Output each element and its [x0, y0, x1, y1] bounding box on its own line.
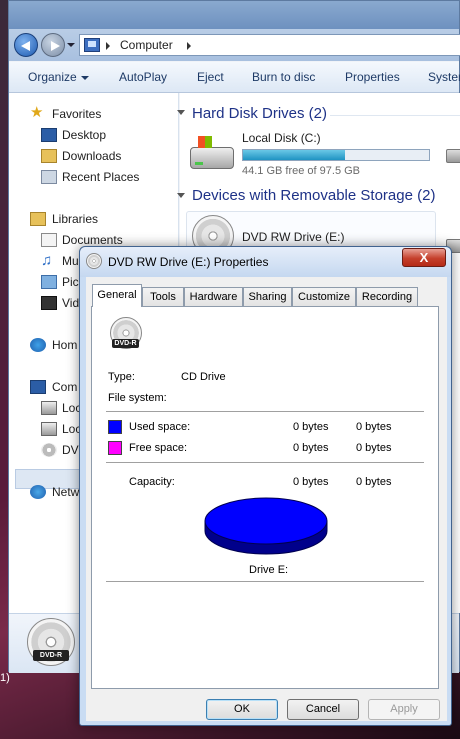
chevron-down-icon [80, 75, 89, 80]
organize-label: Organize [28, 70, 77, 84]
nav-homegroup[interactable]: Hom [52, 338, 77, 352]
properties-button[interactable]: Properties [345, 70, 400, 84]
dvd-drive-name[interactable]: DVD RW Drive (E:) [242, 230, 344, 244]
nav-libraries[interactable]: Libraries [52, 212, 98, 226]
free-space-label: Free space: [129, 442, 188, 454]
star-icon: ★ [30, 104, 44, 121]
homegroup-icon [30, 338, 46, 352]
cancel-button[interactable]: Cancel [287, 699, 359, 720]
nav-computer[interactable]: Com [52, 380, 77, 394]
pie-top-used-slice [204, 497, 328, 545]
free-space-color-swatch [108, 441, 122, 455]
breadcrumb-arrow-icon[interactable] [106, 42, 110, 50]
breadcrumb-arrow-icon[interactable] [187, 42, 191, 50]
local-disk-usage-bar [242, 149, 430, 161]
navigation-bar: Computer [9, 29, 460, 61]
tab-tools[interactable]: Tools [142, 287, 184, 306]
capacity-label: Capacity: [129, 476, 175, 488]
separator [106, 462, 424, 463]
dvd-drive-icon [86, 253, 102, 269]
type-value: CD Drive [181, 371, 226, 383]
type-label: Type: [108, 371, 135, 383]
dialog-title: DVD RW Drive (E:) Properties [108, 255, 269, 269]
capacity-bytes-short: 0 bytes [356, 476, 392, 488]
local-disk-usage-fill [243, 150, 346, 160]
close-button[interactable]: X [402, 248, 446, 267]
windows-hard-drive-icon [190, 136, 234, 169]
tab-hardware[interactable]: Hardware [184, 287, 243, 306]
drive-label: Drive E: [249, 564, 289, 576]
computer-icon [30, 380, 46, 394]
general-tab-panel: DVD-R Type: CD Drive File system: Used s… [91, 306, 439, 689]
collapse-group-icon[interactable] [177, 193, 185, 198]
nav-documents[interactable]: Documents [62, 233, 123, 247]
nav-videos[interactable]: Vid [62, 296, 79, 310]
desktop-icon [41, 128, 57, 142]
libraries-icon [30, 212, 46, 226]
collapse-group-icon[interactable] [177, 110, 185, 115]
nav-network[interactable]: Netw [52, 485, 79, 499]
free-space-bytes: 0 bytes [293, 442, 329, 454]
free-space-bytes-short: 0 bytes [356, 442, 392, 454]
organize-button[interactable]: Organize [28, 70, 89, 84]
address-bar[interactable]: Computer [79, 34, 460, 56]
hard-drive-icon [446, 149, 460, 163]
explorer-titlebar [9, 1, 459, 31]
breadcrumb-computer[interactable]: Computer [120, 38, 173, 52]
used-space-bytes-short: 0 bytes [356, 421, 392, 433]
separator [106, 411, 424, 412]
videos-icon [41, 296, 57, 310]
forward-button[interactable] [41, 33, 65, 57]
nav-downloads[interactable]: Downloads [62, 149, 121, 163]
group-divider [330, 115, 460, 116]
file-system-label: File system: [108, 392, 167, 404]
group-hard-disk-drives[interactable]: Hard Disk Drives (2) [192, 105, 327, 122]
disk-usage-pie [204, 497, 328, 555]
taskbar-partial-text: 1) [0, 672, 10, 684]
apply-button[interactable]: Apply [368, 699, 440, 720]
burn-to-disc-button[interactable]: Burn to disc [252, 70, 315, 84]
eject-button[interactable]: Eject [197, 70, 224, 84]
dialog-body: General Tools Hardware Sharing Customize… [86, 277, 447, 721]
documents-icon [41, 233, 57, 247]
ok-button[interactable]: OK [206, 699, 278, 720]
system-properties-button[interactable]: Systen [428, 70, 460, 84]
downloads-folder-icon [41, 149, 57, 163]
local-disk-icon [41, 422, 57, 436]
local-disk-free-space: 44.1 GB free of 97.5 GB [242, 165, 361, 177]
recent-pages-dropdown-icon[interactable] [67, 43, 75, 47]
separator [106, 581, 424, 582]
back-button[interactable] [14, 33, 38, 57]
nav-desktop[interactable]: Desktop [62, 128, 106, 142]
dvd-r-badge: DVD-R [112, 339, 139, 348]
tab-sharing[interactable]: Sharing [243, 287, 292, 306]
dvd-r-badge: DVD-R [33, 650, 69, 661]
nav-pictures[interactable]: Pic [62, 275, 79, 289]
network-icon [30, 485, 46, 499]
computer-icon [84, 38, 100, 52]
autoplay-button[interactable]: AutoPlay [119, 70, 167, 84]
group-removable-storage[interactable]: Devices with Removable Storage (2) [192, 187, 435, 204]
used-space-bytes: 0 bytes [293, 421, 329, 433]
local-disk-name[interactable]: Local Disk (C:) [242, 131, 321, 145]
command-bar: Organize AutoPlay Eject Burn to disc Pro… [9, 62, 460, 93]
local-disk-icon [41, 401, 57, 415]
dvd-drive-icon [41, 443, 57, 457]
tab-recording[interactable]: Recording [356, 287, 418, 306]
used-space-label: Used space: [129, 421, 191, 433]
recent-places-icon [41, 170, 57, 184]
close-icon: X [419, 250, 429, 265]
properties-dialog: DVD RW Drive (E:) Properties X General T… [79, 246, 452, 726]
used-space-color-swatch [108, 420, 122, 434]
tab-customize[interactable]: Customize [292, 287, 356, 306]
capacity-bytes: 0 bytes [293, 476, 329, 488]
nav-music[interactable]: Mu [62, 254, 79, 268]
nav-favorites[interactable]: Favorites [52, 107, 101, 121]
pictures-icon [41, 275, 57, 289]
tab-general[interactable]: General [92, 284, 142, 307]
nav-recent-places[interactable]: Recent Places [62, 170, 139, 184]
music-icon: ♫ [41, 252, 53, 269]
